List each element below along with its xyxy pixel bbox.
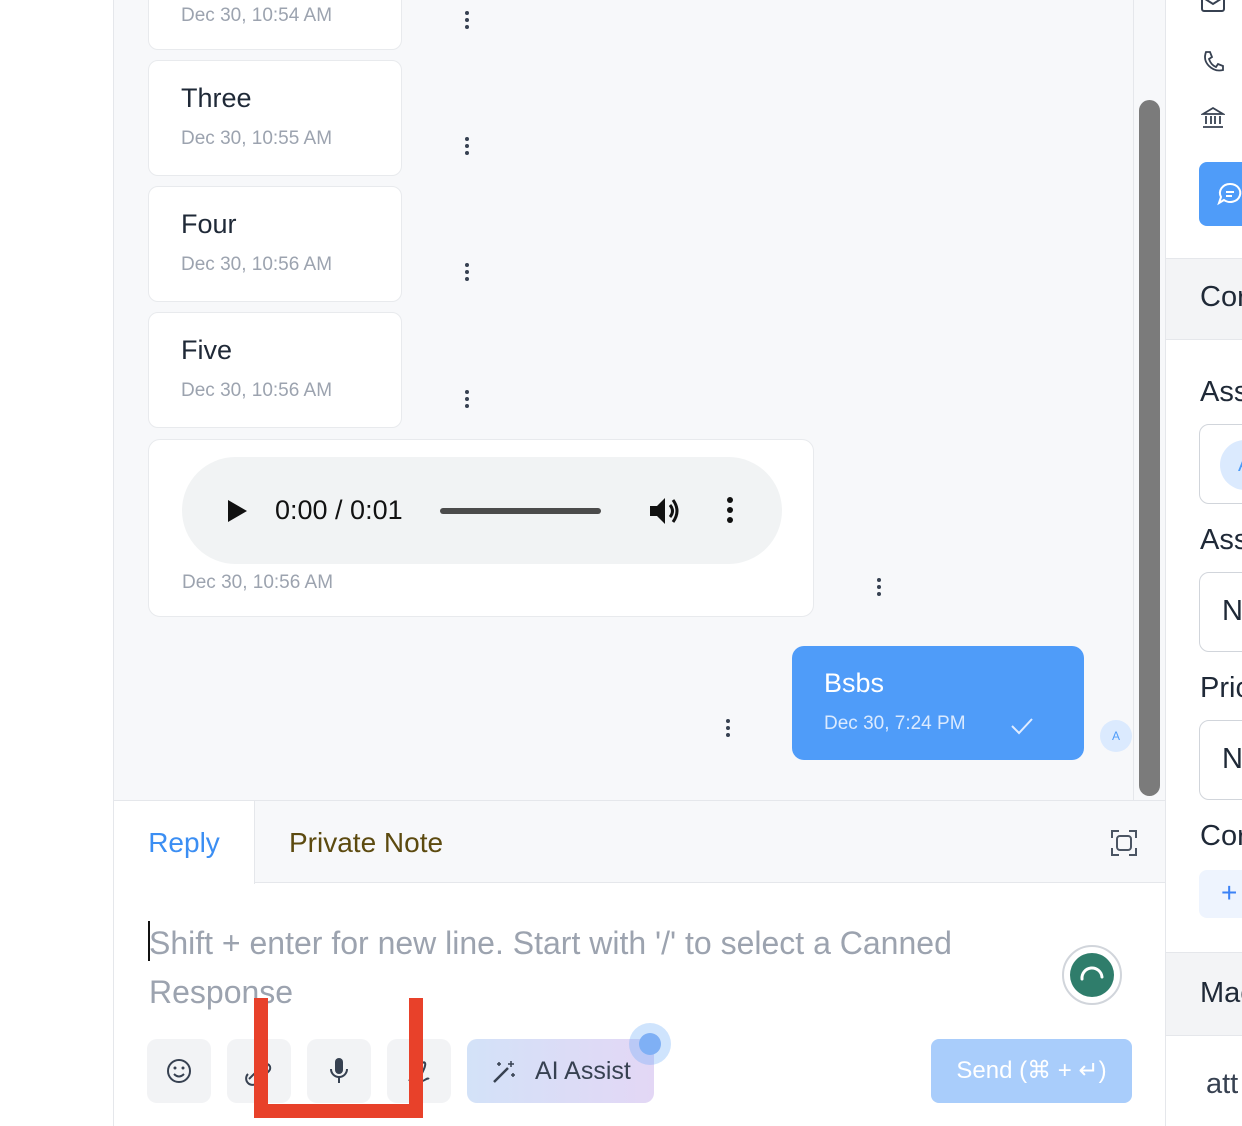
audio-time: 0:00 / 0:01 [275, 495, 403, 525]
paperclip-icon [245, 1062, 272, 1086]
editor-tabs: Reply Private Note [114, 801, 1165, 884]
message-menu-button[interactable] [465, 263, 471, 284]
magic-wand-icon [493, 1061, 515, 1083]
assignee-select[interactable]: A [1199, 424, 1242, 504]
tab-reply[interactable]: Reply [114, 801, 255, 884]
message-text: Three [181, 83, 252, 113]
reply-editor: Reply Private Note Shift + enter for new… [114, 800, 1165, 1126]
section-title: Cor [1200, 281, 1242, 313]
assignee-label: Ass [1200, 376, 1242, 408]
message-menu-button[interactable] [465, 11, 471, 32]
left-strip [0, 0, 114, 1126]
ai-assist-label: AI Assist [535, 1057, 631, 1085]
avatar: A [1100, 720, 1132, 752]
message-menu-button[interactable] [465, 137, 471, 158]
chat-icon [1217, 182, 1242, 206]
audio-progress-slider[interactable] [440, 508, 601, 514]
priority-value: N [1222, 743, 1242, 775]
send-button[interactable]: Send (⌘ + ↵) [931, 1039, 1132, 1103]
contact-sidebar: Cor Ass A Ass N Pric N Cor + Mac att [1165, 0, 1242, 1126]
add-label-button[interactable]: + [1199, 870, 1242, 918]
play-icon[interactable] [226, 499, 248, 523]
audio-player: 0:00 / 0:01 [182, 457, 782, 564]
signature-button[interactable] [387, 1039, 451, 1103]
grammar-assistant-button[interactable] [1062, 945, 1122, 1005]
check-icon [1011, 718, 1033, 735]
message-menu-button[interactable] [726, 719, 732, 740]
outgoing-message: Bsbs Dec 30, 7:24 PM [792, 646, 1084, 760]
conversation-section-header[interactable]: Cor [1166, 258, 1242, 340]
message-bubble: Three Dec 30, 10:55 AM [148, 60, 402, 176]
section-text: att [1206, 1068, 1239, 1100]
message-menu-button[interactable] [465, 390, 471, 411]
message-time: Dec 30, 10:54 AM [181, 5, 333, 26]
grammar-icon [1070, 953, 1114, 997]
priority-select[interactable]: N [1199, 720, 1242, 800]
message-bubble: Five Dec 30, 10:56 AM [148, 312, 402, 428]
message-bubble: Dec 30, 10:54 AM [148, 0, 402, 50]
message-text: Four [181, 209, 237, 239]
scrollbar-thumb[interactable] [1139, 100, 1160, 796]
audio-message: 0:00 / 0:01 Dec 30, 10:56 AM [148, 439, 814, 617]
message-text: Bsbs [824, 668, 885, 698]
assignee-avatar: A [1220, 440, 1242, 490]
team-value: N [1222, 595, 1242, 627]
message-input[interactable]: Shift + enter for new line. Start with '… [149, 919, 1029, 1017]
expand-icon[interactable] [1111, 830, 1137, 856]
audio-options-button[interactable] [727, 497, 733, 526]
emoji-button[interactable] [147, 1039, 211, 1103]
message-text: Five [181, 335, 233, 365]
message-time: Dec 30, 10:56 AM [182, 572, 334, 593]
bank-icon[interactable] [1201, 106, 1225, 130]
message-time: Dec 30, 10:56 AM [181, 380, 333, 401]
microphone-icon [330, 1058, 348, 1083]
labels-label: Cor [1200, 820, 1242, 852]
conversation-tab-button[interactable] [1199, 162, 1242, 226]
tab-private-note[interactable]: Private Note [289, 801, 443, 883]
team-select[interactable]: N [1199, 572, 1242, 652]
notification-dot [629, 1023, 671, 1065]
message-time: Dec 30, 10:55 AM [181, 128, 333, 149]
emoji-icon [167, 1059, 191, 1083]
voice-record-button[interactable] [307, 1039, 371, 1103]
macros-section-header[interactable]: Mac [1166, 952, 1242, 1036]
team-label: Ass [1200, 524, 1242, 556]
priority-label: Pric [1200, 672, 1242, 704]
mail-icon[interactable] [1201, 0, 1225, 16]
message-bubble: Four Dec 30, 10:56 AM [148, 186, 402, 302]
section-title: Mac [1200, 977, 1242, 1009]
volume-icon[interactable] [648, 495, 682, 527]
message-menu-button[interactable] [877, 578, 883, 599]
ai-assist-button[interactable]: AI Assist [467, 1039, 654, 1103]
attach-button[interactable] [227, 1039, 291, 1103]
signature-icon [408, 1061, 430, 1083]
phone-icon[interactable] [1201, 50, 1225, 74]
message-time: Dec 30, 10:56 AM [181, 254, 333, 275]
